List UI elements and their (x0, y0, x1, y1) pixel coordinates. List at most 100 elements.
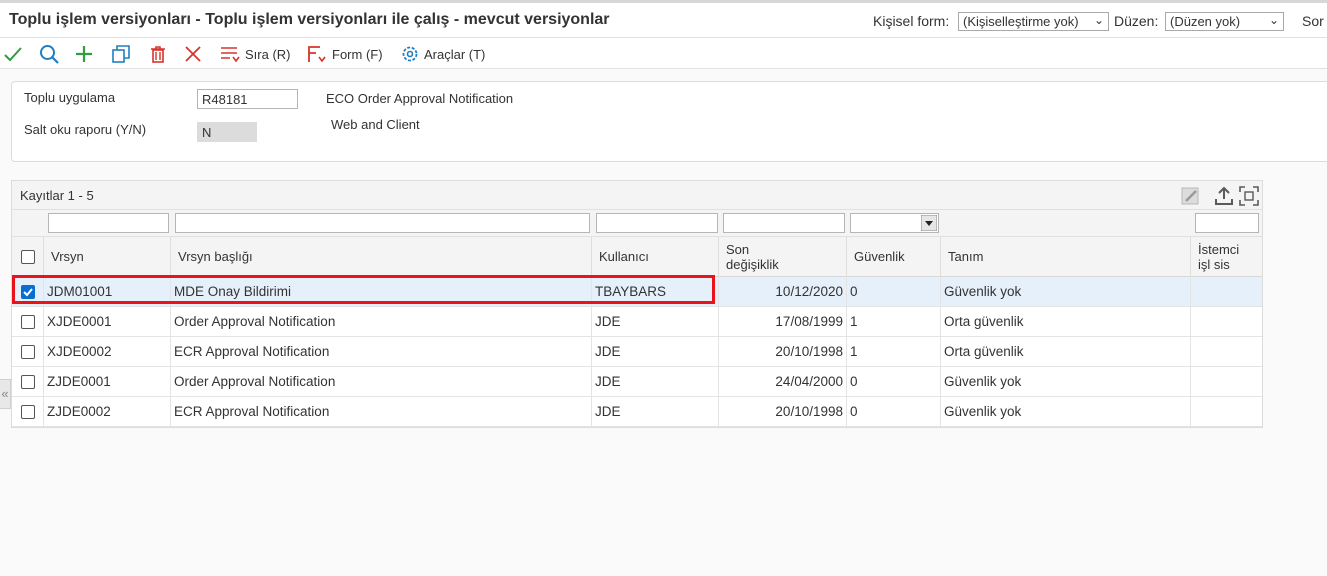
cell-last-change: 20/10/1998 (719, 397, 847, 426)
title-bar: Toplu işlem versiyonları - Toplu işlem v… (0, 3, 1327, 38)
column-header-last-change[interactable]: Son değişiklik (719, 237, 847, 277)
select-all-checkbox[interactable] (21, 250, 35, 264)
select-all-column (12, 237, 44, 277)
tools-label: Araçlar (T) (424, 46, 486, 62)
cell-security-text: 1 (850, 314, 858, 329)
personal-form-value: (Kişiselleştirme yok) (963, 14, 1079, 29)
row-checkbox[interactable] (21, 405, 35, 419)
table-row[interactable]: ZJDE0002 ECR Approval Notification JDE 20/1… (12, 397, 1262, 427)
export-icon[interactable] (1213, 185, 1235, 207)
cell-user: TBAYBARS (592, 277, 719, 306)
row-checkbox[interactable] (21, 285, 35, 299)
personal-form-select[interactable]: (Kişiselleştirme yok) ⌄ (958, 12, 1109, 31)
cutoff-menu-label[interactable]: Sor (1302, 13, 1324, 29)
expand-panel-tab[interactable]: « (0, 379, 11, 409)
batch-app-label: Toplu uygulama (24, 90, 116, 105)
cell-user-text: JDE (595, 374, 621, 389)
copy-button[interactable] (111, 42, 131, 66)
readonly-report-description: Web and Client (331, 117, 420, 132)
cell-version: JDM01001 (44, 277, 171, 306)
cell-security: 0 (847, 397, 941, 426)
sort-icon (221, 47, 240, 63)
search-button[interactable] (38, 42, 60, 66)
cell-title-text: MDE Onay Bildirimi (174, 284, 292, 299)
cell-last-change-text: 20/10/1998 (775, 404, 843, 419)
batch-app-description: ECO Order Approval Notification (326, 91, 514, 106)
cell-user-text: JDE (595, 314, 621, 329)
page-title: Toplu işlem versiyonları - Toplu işlem v… (9, 11, 610, 28)
cell-title-text: ECR Approval Notification (174, 344, 330, 359)
ok-button[interactable] (3, 42, 23, 66)
layout-select[interactable]: (Düzen yok) ⌄ (1165, 12, 1284, 31)
cell-last-change-text: 17/08/1999 (775, 314, 843, 329)
filter-input-user[interactable] (596, 213, 718, 233)
cell-description-text: Orta güvenlik (944, 314, 1024, 329)
cell-version-text: JDM01001 (47, 284, 113, 299)
column-header-client-os[interactable]: İstemci işl sis (1191, 237, 1262, 277)
form-label: Form (F) (332, 46, 383, 62)
cell-user: JDE (592, 337, 719, 366)
filter-input-client[interactable] (1195, 213, 1259, 233)
tools-menu-button[interactable]: Araçlar (T) (400, 42, 485, 66)
cell-security-text: 1 (850, 344, 858, 359)
cell-user: JDE (592, 397, 719, 426)
column-header-user[interactable]: Kullanıcı (592, 237, 719, 277)
layout-label: Düzen: (1114, 13, 1159, 29)
row-checkbox[interactable] (21, 315, 35, 329)
delete-button[interactable] (148, 42, 168, 66)
cell-version: XJDE0002 (44, 337, 171, 366)
grid-header-bar: Kayıtlar 1 - 5 (12, 181, 1262, 210)
cell-last-change: 10/12/2020 (719, 277, 847, 306)
filter-input-title[interactable] (175, 213, 590, 233)
layout-value: (Düzen yok) (1170, 14, 1241, 29)
checkmark-icon (4, 47, 22, 62)
cell-last-change: 17/08/1999 (719, 307, 847, 336)
filter-input-version[interactable] (48, 213, 169, 233)
close-button[interactable] (183, 42, 203, 66)
batch-app-input[interactable]: R48181 (197, 89, 298, 109)
cell-last-change: 20/10/1998 (719, 337, 847, 366)
cell-title: MDE Onay Bildirimi (171, 277, 592, 306)
cell-description-text: Güvenlik yok (944, 374, 1022, 389)
form-menu-button[interactable]: Form (F) (306, 42, 383, 66)
filter-input-date[interactable] (723, 213, 845, 233)
column-header-version[interactable]: Vrsyn (44, 237, 171, 277)
copy-icon (112, 45, 130, 63)
cell-version: ZJDE0002 (44, 397, 171, 426)
cell-user-text: JDE (595, 404, 621, 419)
readonly-report-label: Salt oku raporu (Y/N) (24, 122, 147, 137)
table-row[interactable]: JDM01001 MDE Onay Bildirimi TBAYBARS 10/12/… (12, 277, 1262, 307)
cell-security: 1 (847, 337, 941, 366)
table-row[interactable]: ZJDE0001 Order Approval Notification JDE 24… (12, 367, 1262, 397)
row-checkbox[interactable] (21, 375, 35, 389)
cell-client-os (1191, 307, 1262, 336)
cell-client-os (1191, 337, 1262, 366)
cell-security-text: 0 (850, 404, 858, 419)
add-button[interactable] (74, 42, 94, 66)
filter-select-security[interactable] (850, 213, 939, 233)
column-header-description[interactable]: Tanım (941, 237, 1191, 277)
cell-version: ZJDE0001 (44, 367, 171, 396)
column-header-title[interactable]: Vrsyn başlığı (171, 237, 592, 277)
cell-title: Order Approval Notification (171, 367, 592, 396)
edit-icon[interactable] (1180, 185, 1202, 207)
table-row[interactable]: XJDE0001 Order Approval Notification JDE 17… (12, 307, 1262, 337)
table-row[interactable]: XJDE0002 ECR Approval Notification JDE 20/1… (12, 337, 1262, 367)
cell-select (12, 337, 44, 366)
cell-version-text: XJDE0002 (47, 344, 112, 359)
column-header-security[interactable]: Güvenlik (847, 237, 941, 277)
cell-user: JDE (592, 307, 719, 336)
cell-description-text: Güvenlik yok (944, 284, 1022, 299)
cell-security-text: 0 (850, 284, 858, 299)
row-checkbox[interactable] (21, 345, 35, 359)
fullscreen-icon[interactable] (1238, 185, 1260, 207)
sort-button[interactable]: Sıra (R) (219, 42, 291, 66)
cell-security: 0 (847, 277, 941, 306)
trash-icon (151, 46, 165, 63)
cell-description: Orta güvenlik (941, 337, 1191, 366)
header-form-panel: Toplu uygulama R48181 ECO Order Approval… (11, 81, 1327, 162)
close-icon (185, 46, 201, 62)
cell-client-os (1191, 277, 1262, 306)
cell-title-text: Order Approval Notification (174, 314, 336, 329)
cell-select (12, 277, 44, 306)
